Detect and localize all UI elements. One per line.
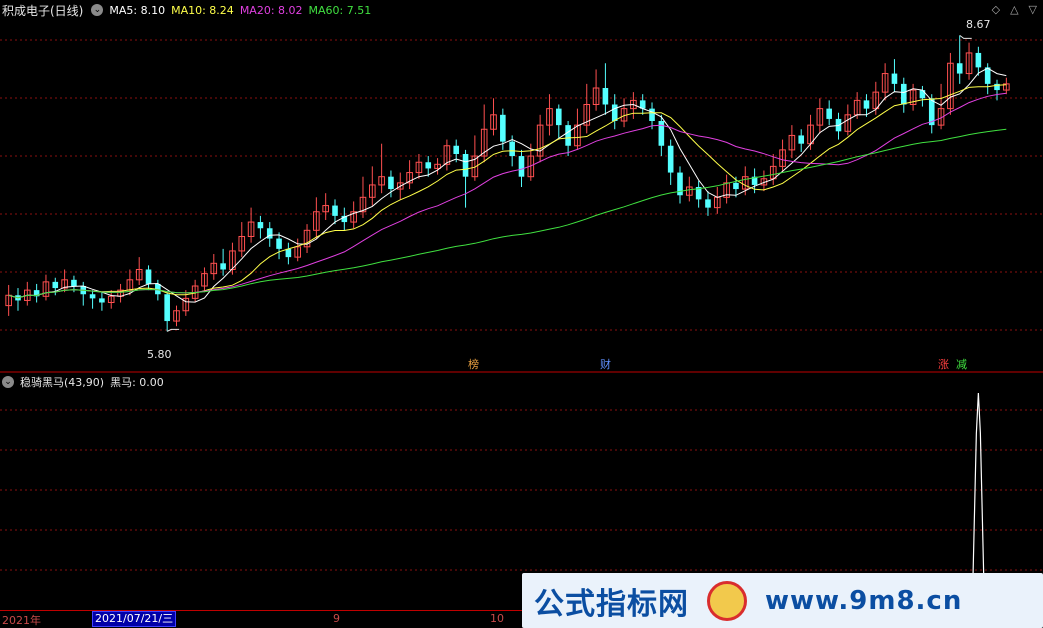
low-marker-label: 5.80 xyxy=(147,348,172,361)
ma5-label: MA5: 8.10 xyxy=(109,3,166,17)
candle-body xyxy=(285,248,292,258)
ma10-label: MA10: 8.24 xyxy=(171,3,234,17)
indicator-name: 稳骑黑马(43,90) xyxy=(20,376,105,389)
candle-body xyxy=(220,263,226,270)
indicator-collapse-icon[interactable]: ⌄ xyxy=(2,376,14,388)
candle-body xyxy=(425,162,432,169)
watermark-left-text: 公式指标网 xyxy=(534,586,689,622)
candle-body xyxy=(388,176,394,190)
event-tag-limit-up[interactable]: 涨 xyxy=(936,358,951,372)
watermark-logo-icon xyxy=(707,580,747,621)
event-tag-finance[interactable]: 财 xyxy=(598,358,613,372)
candle-body xyxy=(705,199,711,208)
ma20-label: MA20: 8.02 xyxy=(239,3,303,17)
stock-name: 积成电子(日线) xyxy=(2,3,84,18)
candle-body xyxy=(99,298,105,303)
candle-body xyxy=(611,104,618,121)
candle-body xyxy=(826,108,832,119)
watermark-banner: 公式指标网 www.9m8.cn xyxy=(522,573,1043,628)
candle-body xyxy=(602,88,609,105)
indicator-value: 黑马: 0.00 xyxy=(110,376,164,389)
watermark-right-text: www.9m8.cn xyxy=(765,585,963,616)
event-tag-reduce[interactable]: 减 xyxy=(954,358,969,372)
candle-body xyxy=(975,52,982,68)
ma20-line xyxy=(8,92,1007,299)
high-marker-label: 8.67 xyxy=(966,18,991,31)
candle-body xyxy=(500,114,506,142)
candle-body xyxy=(52,281,59,289)
corner-controls: ◇ △ ▽ xyxy=(992,3,1037,16)
candle-body xyxy=(332,205,338,216)
candle-body xyxy=(733,182,739,190)
diamond-icon[interactable]: ◇ xyxy=(992,3,1000,16)
low-marker-arrow xyxy=(166,328,180,332)
candle-body xyxy=(667,145,674,173)
candlestick-chart[interactable] xyxy=(0,0,1043,610)
candle-body xyxy=(956,63,963,74)
candle-body xyxy=(565,125,571,146)
candle-body xyxy=(798,135,805,144)
candle-body xyxy=(658,121,665,146)
candle-body xyxy=(919,90,926,99)
axis-selected-date: 2021/07/21/三 xyxy=(92,611,177,627)
candle-body xyxy=(257,222,264,229)
event-tag-rank[interactable]: 榜 xyxy=(466,358,481,372)
candle-body xyxy=(164,294,170,322)
candle-body xyxy=(649,108,655,121)
triangle-down-icon[interactable]: ▽ xyxy=(1029,3,1037,16)
candle-body xyxy=(509,141,515,157)
candle-body xyxy=(276,238,282,249)
candle-body xyxy=(900,83,907,105)
ma60-label: MA60: 7.51 xyxy=(308,3,372,17)
indicator-header: ⌄ 稳骑黑马(43,90) 黑马: 0.00 xyxy=(0,373,164,391)
collapse-toggle-icon[interactable]: ⌄ xyxy=(91,4,104,16)
candle-body xyxy=(462,154,469,177)
axis-month-label: 9 xyxy=(333,612,340,625)
candle-body xyxy=(145,269,152,284)
candle-body xyxy=(453,145,460,154)
axis-year-label: 2021年 xyxy=(2,614,41,627)
triangle-up-icon[interactable]: △ xyxy=(1010,3,1018,16)
stock-chart-window[interactable]: 积成电子(日线) ⌄ MA5: 8.10 MA10: 8.24 MA20: 8.… xyxy=(0,0,1043,628)
candle-body xyxy=(555,108,562,126)
candle-body xyxy=(891,73,898,84)
high-marker-arrow xyxy=(959,35,972,39)
candle-body xyxy=(71,279,77,286)
candle-body xyxy=(863,100,870,109)
axis-month-label: 10 xyxy=(490,612,504,625)
candle-body xyxy=(89,294,96,299)
candle-body xyxy=(518,156,525,177)
main-chart-header: 积成电子(日线) ⌄ MA5: 8.10 MA10: 8.24 MA20: 8.… xyxy=(0,0,371,20)
